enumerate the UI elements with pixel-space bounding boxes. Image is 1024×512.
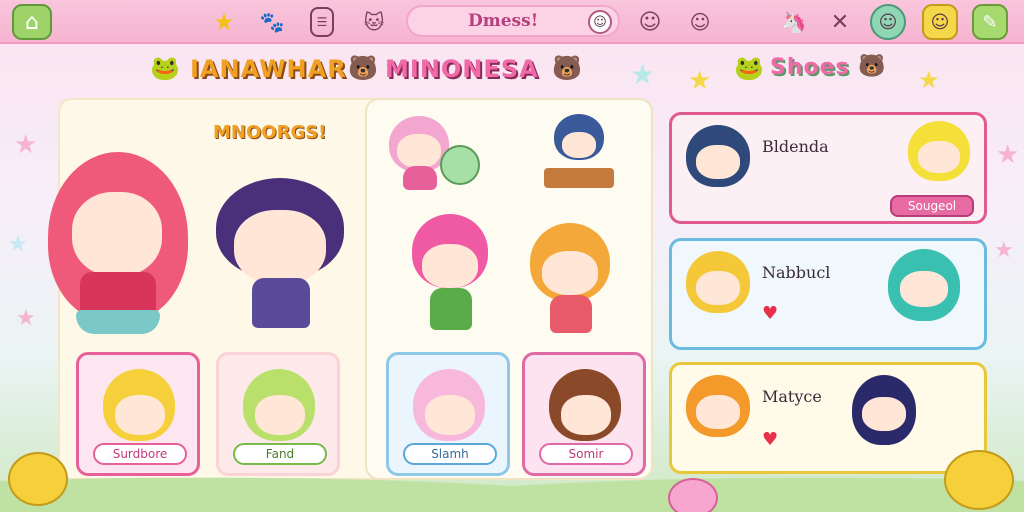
frog-icon: 🐸 <box>734 54 764 82</box>
character-pink-green[interactable] <box>400 210 500 330</box>
star-deco-icon: ★ <box>996 140 1020 170</box>
home-button[interactable]: ⌂ <box>12 4 52 40</box>
smiley-mascot-icon <box>944 450 1014 510</box>
heart-icon: ♥ <box>762 303 779 324</box>
star-deco-icon: ★ <box>16 306 36 331</box>
profile-name: Nabbucl <box>762 263 831 282</box>
star-deco-icon: ★ <box>630 58 656 91</box>
card-icon[interactable]: ☰ <box>310 7 334 37</box>
search-bar[interactable]: Dmess! ☺ <box>406 5 620 37</box>
minor-title: MNOORGS! <box>213 122 327 143</box>
dog-icon[interactable]: 🐾 <box>256 6 288 38</box>
home-icon: ⌂ <box>25 9 39 35</box>
profile-card-nabbucl[interactable]: Nabbucl ♥ <box>669 238 987 350</box>
close-icon[interactable]: ✕ <box>824 6 856 38</box>
profile-name: Bldenda <box>762 137 829 156</box>
pink-blob-icon <box>668 478 718 512</box>
title-middle: MINONESA <box>385 55 539 83</box>
title-right: Shoes <box>770 55 850 80</box>
star-deco-icon: ★ <box>994 238 1014 263</box>
star-deco-icon: ★ <box>14 130 38 160</box>
top-bar: ⌂ ★ 🐾 ☰ 🐱 Dmess! ☺ ☺ ☺ 🦄 ✕ ☺ ☺ ✎ <box>0 0 1024 44</box>
slime-companion-icon <box>440 145 480 185</box>
cat-icon[interactable]: 🐱 <box>358 6 390 38</box>
character-purple-horns[interactable] <box>210 170 350 340</box>
smiley-mascot-icon <box>8 452 68 506</box>
star-deco-icon: ★ <box>918 66 940 94</box>
unicorn-icon[interactable]: 🦄 <box>778 6 810 38</box>
character-orange-hair[interactable] <box>520 215 620 335</box>
character-red-cat[interactable] <box>40 112 190 342</box>
ground-decoration <box>0 452 1024 512</box>
character-blue-bun[interactable] <box>530 110 620 190</box>
bear-icon: 🐻 <box>552 54 582 82</box>
search-text: Dmess! <box>468 11 539 31</box>
bear-icon: 🐻 <box>348 54 378 82</box>
title-left: IANAWHAR <box>190 55 347 83</box>
face-button-icon[interactable]: ☺ <box>922 4 958 40</box>
blob-icon[interactable]: ☺ <box>634 6 666 38</box>
star-icon[interactable]: ★ <box>208 6 240 38</box>
pencil-icon[interactable]: ✎ <box>972 4 1008 40</box>
star-deco-icon: ★ <box>8 232 28 257</box>
ghost-icon[interactable]: ☺ <box>684 6 716 38</box>
slime-icon[interactable]: ☺ <box>870 4 906 40</box>
smile-icon[interactable]: ☺ <box>588 10 612 34</box>
bear-icon: 🐻 <box>858 54 886 79</box>
mascot-icon: 🐸 <box>150 54 180 82</box>
star-deco-icon: ★ <box>688 66 712 96</box>
profile-name: Matyce <box>762 387 822 406</box>
heart-icon: ♥ <box>762 429 779 450</box>
profile-pill-button[interactable]: Sougeol <box>890 195 974 217</box>
profile-card-bldenda[interactable]: Bldenda Sougeol <box>669 112 987 224</box>
